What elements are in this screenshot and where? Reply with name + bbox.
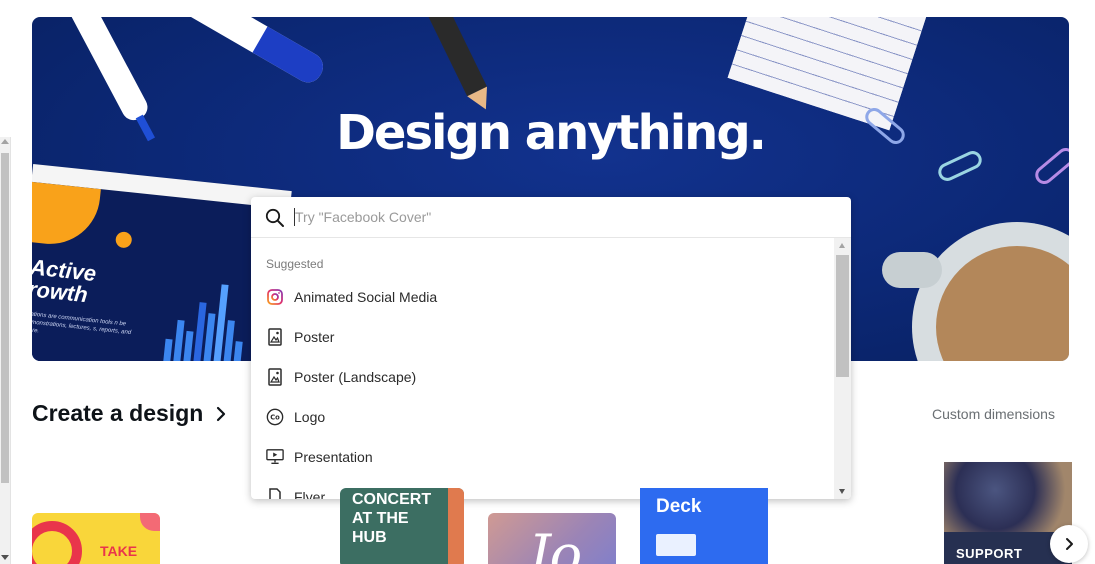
suggested-section-label: Suggested [266,257,324,271]
pencil-decoration [419,17,496,115]
scroll-down-arrow-icon[interactable] [1,555,9,560]
design-template-card[interactable]: TAKE [32,513,160,564]
card-text: TAKE [100,543,138,559]
grapes-photo [944,462,1072,532]
suggestion-poster-landscape[interactable]: Poster (Landscape) [251,357,834,397]
create-design-heading[interactable]: Create a design [32,400,203,427]
design-template-card[interactable]: CONCERT AT THE HUB [340,488,464,564]
search-icon [265,208,284,227]
suggestion-poster[interactable]: Poster [251,317,834,357]
presentation-icon [266,448,284,466]
scroll-down-arrow-icon[interactable] [839,489,845,494]
suggestion-label: Logo [294,409,326,425]
hero-title: Design anything. [336,105,767,161]
poster-icon [266,328,284,346]
slide-heading-line2: rowth [32,276,89,308]
suggestions-list: Suggested Animated Social Media Poster P… [251,238,834,499]
page-scrollbar[interactable] [0,137,11,564]
chevron-right-icon[interactable] [215,406,227,422]
card-text: Jo [528,523,583,564]
instagram-icon [266,288,284,306]
suggestion-label: Animated Social Media [294,289,438,305]
design-template-card[interactable]: Jo [488,513,616,564]
card-text: Deck [656,496,702,517]
carousel-next-button[interactable] [1050,525,1088,563]
svg-text:Co: Co [270,414,280,422]
slide-body-text: ntations are communication tools n be de… [32,310,132,337]
card-text: CONCERT AT THE HUB [352,491,432,546]
suggestion-label: Poster [294,329,335,345]
design-template-card[interactable]: Deck [640,488,768,564]
scroll-up-arrow-icon[interactable] [839,243,845,248]
custom-dimensions-link[interactable]: Custom dimensions [932,406,1055,422]
logo-icon: Co [266,408,284,426]
search-panel: Suggested Animated Social Media [251,197,851,499]
suggestion-animated-social-media[interactable]: Animated Social Media [251,277,834,317]
coffee-cup-decoration [882,222,1069,361]
scroll-up-arrow-icon[interactable] [1,139,9,144]
suggestion-label: Poster (Landscape) [294,369,417,385]
chevron-right-icon [1066,538,1073,550]
search-bar[interactable] [251,197,851,238]
page-scrollbar-thumb[interactable] [1,153,9,483]
suggestion-presentation[interactable]: Presentation [251,437,834,477]
card-text: SUPPORT [956,546,1023,561]
flyer-icon [266,488,284,499]
marker-decoration [165,17,329,88]
search-input[interactable] [295,205,815,229]
poster-landscape-icon [266,368,284,386]
suggestion-label: Flyer [294,489,326,499]
suggestion-logo[interactable]: Co Logo [251,397,834,437]
suggestions-scrollbar-thumb[interactable] [836,255,849,377]
suggestion-label: Presentation [294,449,373,465]
suggestions-scrollbar[interactable] [834,238,851,499]
